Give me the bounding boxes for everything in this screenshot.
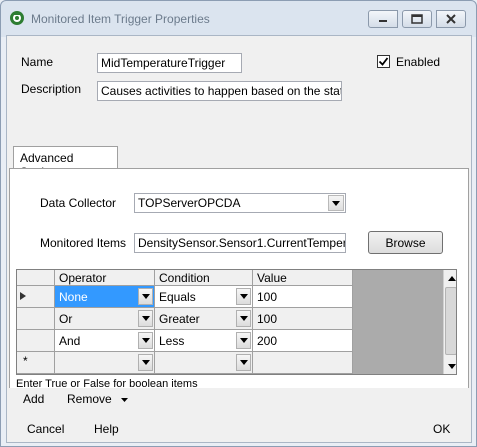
advanced-settings-panel: Data Collector TOPServerOPCDA Monitored … [9,168,469,408]
condition-value: Greater [159,312,200,326]
grid-cell-condition[interactable]: Equals [155,286,253,308]
chevron-down-icon [239,294,248,299]
new-row-value-cell[interactable] [253,352,353,374]
grid-cell-condition[interactable]: Less [155,330,253,352]
data-collector-value: TOPServerOPCDA [138,196,241,210]
name-label: Name [21,55,54,69]
grid-toolstrip: Add Remove [9,388,469,410]
cancel-button[interactable]: Cancel [27,422,64,436]
operator-dropdown-arrow[interactable] [138,332,153,349]
dialog-footer: Cancel Help OK [7,416,471,442]
current-row-arrow-icon [20,292,26,300]
enabled-checkbox[interactable] [377,55,390,68]
add-button[interactable]: Add [23,392,44,406]
grid-cell-value[interactable]: 100 [253,308,353,330]
grid-cell-operator[interactable]: And [55,330,155,352]
data-collector-label: Data Collector [40,196,117,210]
chevron-down-icon [332,200,340,206]
condition-dropdown-arrow[interactable] [236,288,251,305]
grid-cell-condition[interactable]: Greater [155,308,253,330]
ok-button[interactable]: OK [433,422,450,436]
row-header[interactable] [17,330,55,352]
minimize-button[interactable] [368,10,398,28]
description-label: Description [21,82,82,96]
grid-vertical-scrollbar[interactable] [443,270,456,374]
app-icon [10,11,24,25]
column-header-value[interactable]: Value [253,270,353,286]
operator-dropdown-arrow[interactable] [138,310,153,327]
help-button[interactable]: Help [94,422,119,436]
operator-value: Or [59,312,73,326]
operator-value: None [59,290,88,304]
dialog-client-area: Name MidTemperatureTrigger Enabled Descr… [6,35,472,443]
description-input[interactable]: Causes activities to happen based on the… [97,81,342,101]
grid-cell-value[interactable]: 200 [253,330,353,352]
maximize-button[interactable] [402,10,432,28]
chevron-down-icon [141,294,150,299]
title-bar[interactable]: Monitored Item Trigger Properties [1,1,476,35]
chevron-down-icon [121,397,129,402]
condition-value: Less [159,334,185,348]
tab-advanced-settings[interactable]: Advanced Settings [13,146,118,179]
remove-button[interactable]: Remove [67,392,129,406]
arrow-down-icon [447,363,456,369]
chevron-down-icon [239,360,248,365]
row-header-current[interactable] [17,286,55,308]
new-row-operator-cell[interactable] [55,352,155,374]
operator-dropdown-arrow[interactable] [138,354,153,371]
checkmark-icon [378,57,389,66]
data-collector-select[interactable]: TOPServerOPCDA [134,193,346,213]
column-header-condition[interactable]: Condition [155,270,253,286]
window-title: Monitored Item Trigger Properties [31,12,210,26]
remove-label: Remove [67,392,112,406]
maximize-icon [411,14,423,24]
condition-dropdown-arrow[interactable] [236,332,251,349]
chevron-down-icon [141,316,150,321]
operator-dropdown-arrow[interactable] [138,288,153,305]
arrow-up-icon [447,275,456,281]
close-button[interactable] [436,10,466,28]
close-icon [446,14,456,24]
condition-dropdown-arrow[interactable] [236,354,251,371]
trigger-conditions-grid[interactable]: Operator Condition Value None Equals 100 [16,269,457,375]
grid-cell-value[interactable]: 100 [253,286,353,308]
chevron-down-icon [141,338,150,343]
chevron-down-icon [239,316,248,321]
scroll-up-button[interactable] [444,270,456,286]
chevron-down-icon [141,360,150,365]
dialog-window: Monitored Item Trigger Properties Name M… [0,0,477,447]
name-input[interactable]: MidTemperatureTrigger [97,53,242,73]
grid-cell-operator[interactable]: Or [55,308,155,330]
scroll-down-button[interactable] [444,358,456,374]
monitored-items-input[interactable]: DensitySensor.Sensor1.CurrentTemperature [134,233,346,253]
condition-dropdown-arrow[interactable] [236,310,251,327]
browse-button[interactable]: Browse [368,231,443,254]
column-header-operator[interactable]: Operator [55,270,155,286]
operator-value: And [59,334,81,348]
scroll-thumb[interactable] [445,287,456,355]
row-header[interactable] [17,308,55,330]
new-row-header[interactable]: * [17,352,55,374]
data-collector-dropdown-arrow[interactable] [328,195,344,211]
grid-cell-operator[interactable]: None [55,286,155,308]
condition-value: Equals [159,290,196,304]
monitored-items-label: Monitored Items [40,236,127,250]
minimize-icon [379,20,387,22]
new-row-condition-cell[interactable] [155,352,253,374]
grid-corner-header [17,270,55,286]
enabled-label: Enabled [396,55,441,69]
chevron-down-icon [239,338,248,343]
